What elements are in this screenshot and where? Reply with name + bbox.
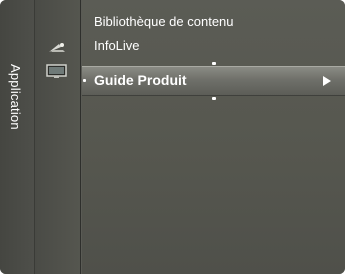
scroll-indicator-up — [212, 62, 216, 65]
category-tab[interactable]: Application — [0, 0, 35, 274]
menu-item-infolive[interactable]: InfoLive — [94, 38, 140, 53]
application-menu-panel: Bibliothèque de contenu InfoLive Guide P… — [82, 0, 345, 274]
icon-column — [35, 0, 81, 274]
satellite-dish-icon — [49, 43, 65, 52]
focus-marker-icon — [83, 79, 86, 82]
monitor-screen-icon — [46, 64, 67, 78]
category-tab-label: Application — [8, 64, 23, 130]
tv-menu-screen: Application Bibliothèque de contenu Info… — [0, 0, 345, 274]
scroll-indicator-down — [212, 97, 216, 100]
menu-item-product-guide[interactable]: Guide Produit — [82, 66, 345, 96]
menu-item-content-library[interactable]: Bibliothèque de contenu — [94, 14, 234, 29]
submenu-arrow-icon — [323, 76, 331, 86]
menu-item-product-guide-label: Guide Produit — [94, 72, 187, 88]
